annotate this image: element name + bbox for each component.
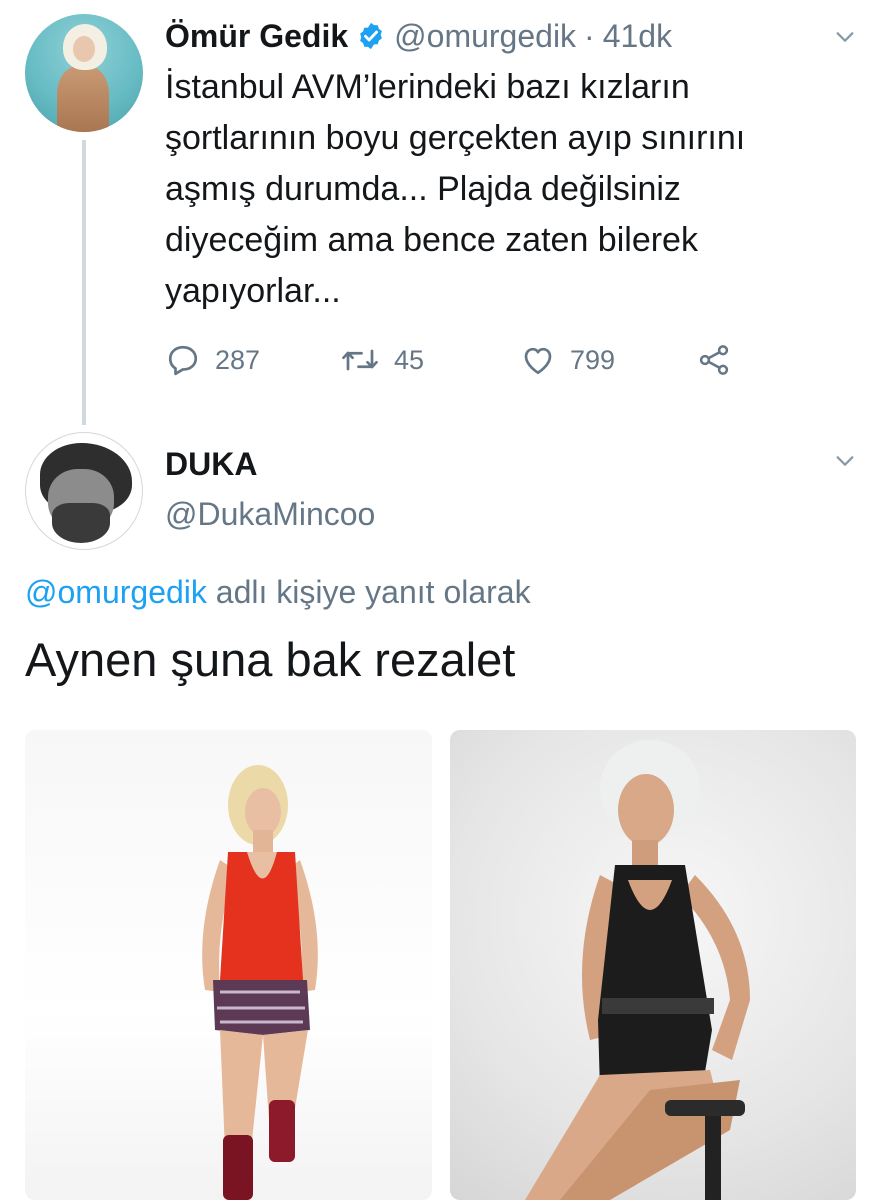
tweet2-handle[interactable]: @DukaMincoo bbox=[165, 496, 375, 533]
chevron-down-icon[interactable] bbox=[834, 450, 856, 472]
photo-illustration bbox=[525, 740, 750, 1200]
reply-button[interactable]: 287 bbox=[165, 338, 260, 382]
tweet2-text: Aynen şuna bak rezalet bbox=[25, 633, 516, 686]
share-icon bbox=[699, 345, 729, 375]
omur-avatar[interactable] bbox=[25, 14, 143, 132]
share-button[interactable] bbox=[695, 338, 747, 382]
tweet1-text-line: İstanbul AVM’lerindeki bazı kızların bbox=[165, 68, 690, 106]
tweet1-text-line: şortlarının boyu gerçekten ayıp sınırını bbox=[165, 119, 746, 157]
tweet1-timestamp[interactable]: 41dk bbox=[603, 18, 672, 55]
retweet-count: 45 bbox=[394, 344, 425, 375]
avatar-face bbox=[73, 36, 95, 62]
tweet1-author-name[interactable]: Ömür Gedik bbox=[165, 18, 348, 55]
verified-badge-icon bbox=[360, 22, 383, 50]
avatar-beard bbox=[52, 503, 110, 543]
reply-count: 287 bbox=[215, 344, 261, 375]
tweet1-actions: 287 45 799 bbox=[165, 338, 765, 382]
chevron-down-icon[interactable] bbox=[834, 26, 856, 48]
tweet1-text-line: diyeceğim ama bence zaten bilerek bbox=[165, 221, 698, 259]
tweet1-text: İstanbul AVM’lerindeki bazı kızların şor… bbox=[165, 62, 825, 317]
tweet2-photo-2[interactable] bbox=[450, 730, 856, 1200]
reply-to-suffix: adlı kişiye yanıt olarak bbox=[206, 574, 531, 610]
like-count: 799 bbox=[570, 344, 616, 375]
tweet2-author-name[interactable]: DUKA bbox=[165, 446, 257, 483]
tweet1-header: Ömür Gedik @omurgedik · 41dk bbox=[165, 14, 672, 58]
duka-avatar[interactable] bbox=[25, 432, 143, 550]
reply-icon bbox=[168, 345, 198, 376]
retweet-icon bbox=[342, 349, 378, 371]
reply-mention-link[interactable]: @omurgedik bbox=[25, 574, 207, 610]
tweet1-handle[interactable]: @omurgedik bbox=[394, 18, 576, 55]
like-icon bbox=[524, 347, 552, 375]
retweet-button[interactable]: 45 bbox=[340, 338, 424, 382]
replying-to: @omurgedik adlı kişiye yanıt olarak bbox=[25, 574, 531, 611]
like-button[interactable]: 799 bbox=[520, 338, 615, 382]
tweet1-text-line: yapıyorlar... bbox=[165, 272, 341, 310]
tweet2-photo-1[interactable] bbox=[25, 730, 432, 1200]
separator-dot: · bbox=[584, 17, 595, 54]
avatar-figure bbox=[57, 66, 109, 132]
photo-illustration bbox=[202, 765, 318, 1200]
tweet1-text-line: aşmış durumda... Plajda değilsiniz bbox=[165, 170, 681, 208]
thread-line bbox=[82, 140, 86, 425]
